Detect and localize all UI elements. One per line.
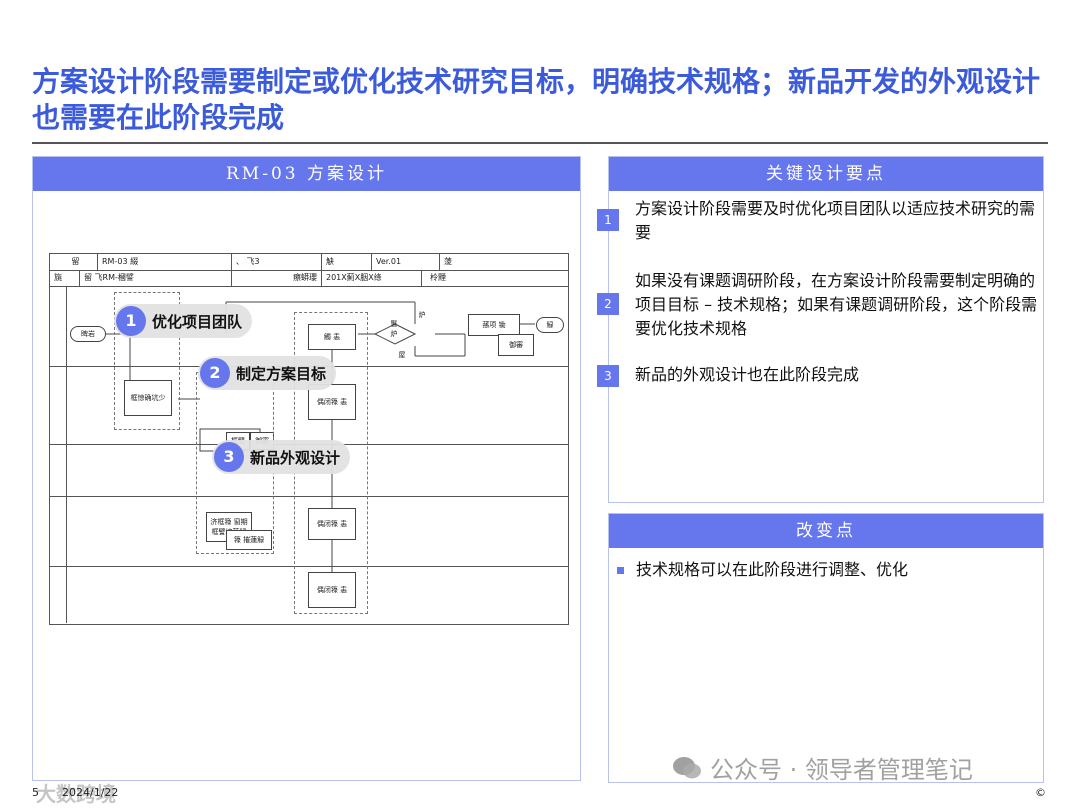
bullet-icon: [617, 567, 624, 574]
title-divider: [32, 142, 1048, 144]
key-point-number: 3: [597, 365, 619, 387]
key-point-text: 方案设计阶段需要及时优化项目团队以适应技术研究的需要: [635, 199, 1036, 242]
wechat-watermark: 公众号 · 领导者管理笔记: [672, 750, 973, 785]
flow-document: 御審: [498, 334, 534, 356]
callout-badge: 1 优化项目团队: [114, 304, 253, 338]
process-flowchart: 留 RM-03 綴 、 飞3 觖 Ver.01 蔆 旐 留 飞RM-槶譬 瘵蟒瓔…: [49, 253, 569, 625]
callout-label: 优化项目团队: [152, 312, 243, 331]
changes-header: 改变点: [609, 514, 1043, 548]
change-item: 技术规格可以在此阶段进行调整、优化: [617, 556, 908, 580]
page-title: 方案设计阶段需要制定或优化技术研究目标，明确技术规格；新品开发的外观设计也需要在…: [32, 65, 1041, 134]
callout-number: 3: [214, 442, 244, 472]
changes-panel: 改变点 技术规格可以在此阶段进行调整、优化: [608, 513, 1044, 783]
key-points-panel: 关键设计要点 1 方案设计阶段需要及时优化项目团队以适应技术研究的需要 2 如果…: [597, 156, 1044, 503]
key-point-number: 1: [597, 209, 619, 231]
flow-panel: RM-03 方案设计 留 RM-03 綴 、 飞3 觖 Ver.01 蔆 旐 留…: [32, 156, 581, 781]
key-point-text: 新品的外观设计也在此阶段完成: [635, 365, 860, 384]
key-point-number: 2: [597, 293, 619, 315]
callout-label: 新品外观设计: [250, 448, 341, 467]
date-label: 2024/1/22: [62, 786, 119, 799]
key-points-header: 关键设计要点: [609, 157, 1043, 191]
decision-yes-label: 炉: [416, 310, 428, 320]
callout-label: 制定方案目标: [236, 364, 327, 383]
key-point-text: 如果没有课题调研阶段，在方案设计阶段需要制定明确的项目目标 – 技术规格；如果有…: [635, 271, 1038, 338]
flow-document: 蓀项 锄: [468, 314, 520, 336]
callout-badge: 3 新品外观设计: [212, 440, 351, 474]
wechat-icon: [673, 756, 701, 778]
flow-end: 觮: [536, 317, 564, 333]
callout-number: 1: [116, 306, 146, 336]
callout-number: 2: [200, 358, 230, 388]
page-number: 5: [32, 786, 39, 799]
copyright-icon: ©: [1035, 786, 1046, 799]
change-text: 技术规格可以在此阶段进行调整、优化: [636, 560, 909, 579]
wechat-account-text: 公众号 · 领导者管理笔记: [710, 756, 973, 784]
decision-no-label: 屋: [396, 350, 408, 360]
flow-panel-header: RM-03 方案设计: [33, 157, 580, 191]
callout-badge: 2 制定方案目标: [198, 356, 337, 390]
flow-start: 睥岩: [70, 326, 106, 342]
